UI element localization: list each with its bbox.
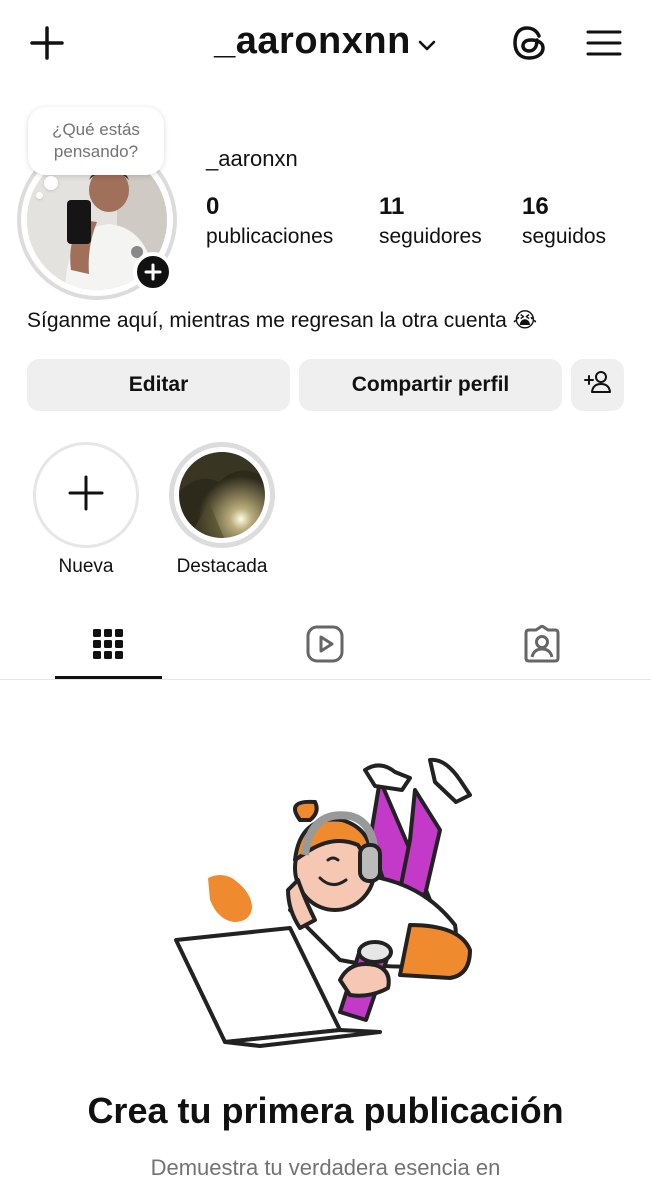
note-bubble-tail (44, 176, 58, 190)
stat-followers[interactable]: 11 seguidores (379, 192, 482, 252)
share-profile-button[interactable]: Compartir perfil (299, 359, 562, 411)
highlight-new[interactable]: Nueva (31, 442, 141, 578)
hamburger-menu-icon[interactable] (580, 20, 628, 66)
account-switcher[interactable]: _aaronxnn (0, 20, 651, 63)
display-name: _aaronxn (206, 146, 298, 171)
top-bar: _aaronxnn (0, 0, 651, 90)
stat-following-value: 16 (522, 193, 549, 220)
note-bubble[interactable]: ¿Qué estás pensando? (28, 107, 164, 175)
bio-text: Síganme aquí, mientras me regresan la ot… (27, 309, 538, 332)
empty-state-subtitle: Demuestra tu verdadera esencia en (150, 1155, 501, 1180)
tagged-icon[interactable] (522, 624, 562, 664)
highlight-new-label: Nueva (58, 556, 114, 577)
highlight-featured-circle (169, 442, 275, 548)
add-person-icon (583, 370, 612, 400)
header-username: _aaronxnn (214, 20, 411, 62)
highlight-new-circle (33, 442, 139, 548)
chevron-down-icon (417, 20, 437, 63)
stat-followers-value: 11 (379, 193, 405, 220)
add-person-button[interactable] (571, 359, 624, 411)
empty-state-title: Crea tu primera publicación (87, 1090, 564, 1131)
stat-following[interactable]: 16 seguidos (522, 192, 606, 252)
add-story-icon[interactable] (133, 252, 173, 292)
stat-posts-label: publicaciones (206, 225, 334, 248)
plus-icon (67, 474, 105, 517)
stat-followers-label: seguidores (379, 225, 482, 248)
highlight-featured-label: Destacada (176, 556, 268, 577)
threads-icon[interactable] (507, 20, 553, 66)
empty-state-illustration (170, 750, 490, 1050)
active-tab-indicator (55, 676, 162, 679)
grid-icon[interactable] (88, 624, 128, 664)
highlight-featured[interactable]: Destacada (167, 442, 277, 578)
stat-posts-value: 0 (206, 193, 220, 220)
edit-profile-button[interactable]: Editar (27, 359, 290, 411)
profile-tabs (0, 606, 651, 680)
stat-posts[interactable]: 0 publicaciones (206, 192, 333, 252)
highlight-thumbnail (179, 452, 265, 538)
stat-following-label: seguidos (522, 225, 607, 248)
note-bubble-tail-small (36, 192, 43, 199)
reels-icon[interactable] (305, 624, 345, 664)
